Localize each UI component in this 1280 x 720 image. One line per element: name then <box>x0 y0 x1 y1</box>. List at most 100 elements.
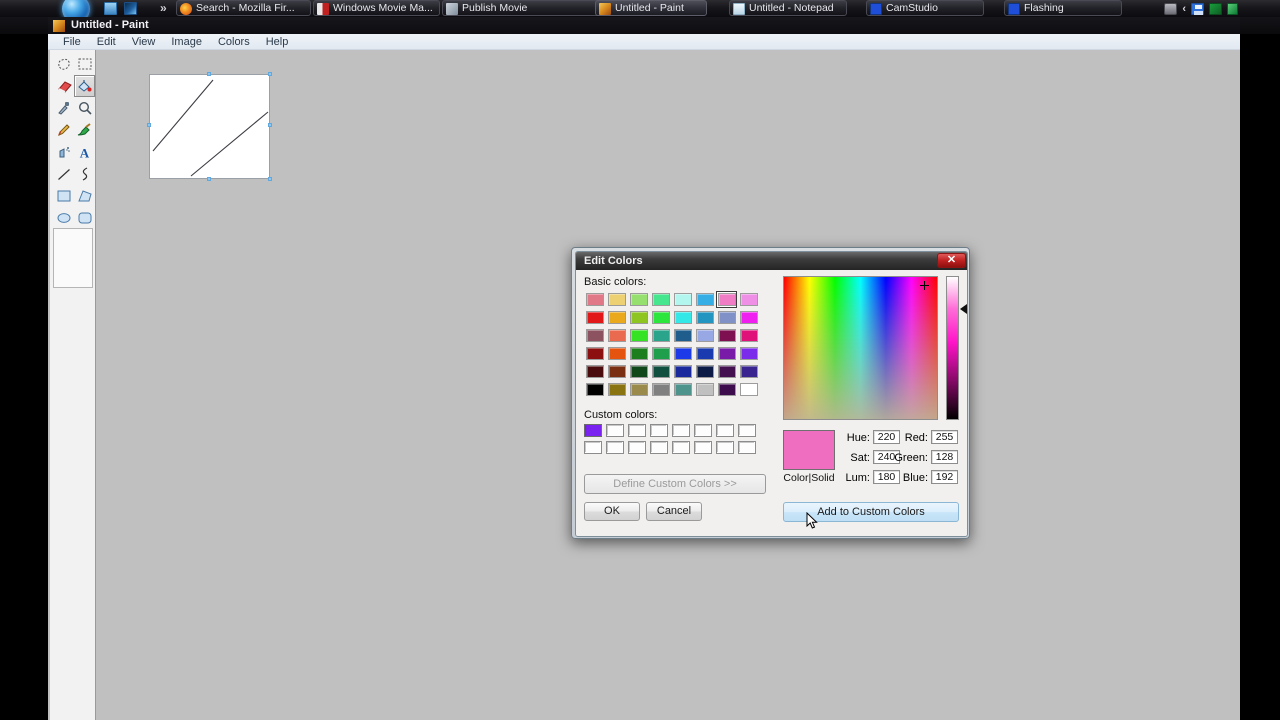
basic-color-swatch[interactable] <box>628 381 649 398</box>
basic-color-swatch[interactable] <box>738 345 759 362</box>
canvas-resize-handle-right[interactable] <box>268 123 272 127</box>
basic-color-swatch[interactable] <box>650 327 671 344</box>
basic-color-swatch[interactable] <box>650 291 671 308</box>
menu-image[interactable]: Image <box>164 35 209 49</box>
custom-color-swatch[interactable] <box>606 424 624 437</box>
rectangle-tool[interactable] <box>53 185 74 207</box>
custom-color-swatch[interactable] <box>716 441 734 454</box>
basic-color-swatch[interactable] <box>738 363 759 380</box>
custom-color-swatch[interactable] <box>738 424 756 437</box>
basic-color-swatch[interactable] <box>628 309 649 326</box>
luminosity-slider[interactable] <box>946 276 959 420</box>
taskbar-task-camstudio[interactable]: CamStudio <box>866 0 984 16</box>
basic-color-swatch[interactable] <box>650 363 671 380</box>
custom-color-swatch[interactable] <box>650 441 668 454</box>
custom-color-swatch[interactable] <box>694 424 712 437</box>
dialog-title-bar[interactable]: Edit Colors ✕ <box>576 252 967 270</box>
taskbar-task-notepad[interactable]: Untitled - Notepad <box>729 0 847 16</box>
canvas-resize-handle-corner[interactable] <box>268 177 272 181</box>
basic-color-swatch[interactable] <box>716 291 737 308</box>
free-form-select-tool[interactable] <box>53 53 74 75</box>
tool-options-panel[interactable] <box>53 228 93 288</box>
canvas-resize-handle-top[interactable] <box>207 72 211 76</box>
basic-color-swatch[interactable] <box>716 327 737 344</box>
basic-color-swatch[interactable] <box>672 363 693 380</box>
menu-colors[interactable]: Colors <box>211 35 257 49</box>
basic-color-swatch[interactable] <box>584 309 605 326</box>
canvas-resize-handle-left[interactable] <box>147 123 151 127</box>
basic-color-swatch[interactable] <box>606 381 627 398</box>
basic-color-swatch[interactable] <box>694 291 715 308</box>
basic-color-swatch[interactable] <box>628 327 649 344</box>
basic-color-swatch[interactable] <box>738 309 759 326</box>
basic-color-swatch[interactable] <box>672 309 693 326</box>
custom-color-swatch[interactable] <box>738 441 756 454</box>
taskbar-task-movie-maker[interactable]: Windows Movie Ma... <box>313 0 440 16</box>
basic-color-swatch[interactable] <box>584 363 605 380</box>
basic-color-swatch[interactable] <box>650 309 671 326</box>
custom-color-swatch[interactable] <box>672 424 690 437</box>
luminosity-slider-marker[interactable] <box>960 303 967 314</box>
basic-color-swatch[interactable] <box>628 345 649 362</box>
text-tool[interactable]: A <box>74 141 95 163</box>
basic-color-swatch[interactable] <box>694 327 715 344</box>
menu-view[interactable]: View <box>125 35 163 49</box>
taskbar-task-flashing[interactable]: Flashing <box>1004 0 1122 16</box>
curve-tool[interactable] <box>74 163 95 185</box>
rectangle-select-tool[interactable] <box>74 53 95 75</box>
fill-with-color-tool[interactable] <box>74 75 95 97</box>
basic-color-swatch[interactable] <box>606 327 627 344</box>
basic-color-swatch[interactable] <box>672 327 693 344</box>
close-icon[interactable]: ✕ <box>937 253 966 268</box>
basic-color-swatch[interactable] <box>694 381 715 398</box>
color-spectrum-field[interactable] <box>783 276 938 420</box>
canvas-resize-handle-bottom[interactable] <box>207 177 211 181</box>
basic-color-swatch[interactable] <box>738 291 759 308</box>
canvas-resize-handle-topright[interactable] <box>268 72 272 76</box>
color-solid-preview[interactable] <box>783 430 835 470</box>
basic-color-swatch[interactable] <box>606 309 627 326</box>
basic-color-swatch[interactable] <box>694 309 715 326</box>
polygon-tool[interactable] <box>74 185 95 207</box>
line-tool[interactable] <box>53 163 74 185</box>
custom-color-swatch[interactable] <box>584 441 602 454</box>
basic-color-swatch[interactable] <box>694 345 715 362</box>
menu-edit[interactable]: Edit <box>90 35 123 49</box>
basic-color-swatch[interactable] <box>716 381 737 398</box>
pencil-tool[interactable] <box>53 119 74 141</box>
basic-color-swatch[interactable] <box>738 327 759 344</box>
custom-color-swatch[interactable] <box>650 424 668 437</box>
taskbar-task-publish-movie[interactable]: Publish Movie <box>442 0 607 16</box>
basic-color-swatch[interactable] <box>584 291 605 308</box>
add-to-custom-colors-button[interactable]: Add to Custom Colors <box>783 502 959 522</box>
basic-color-swatch[interactable] <box>650 381 671 398</box>
custom-color-swatch[interactable] <box>584 424 602 437</box>
basic-color-swatch[interactable] <box>584 345 605 362</box>
menu-help[interactable]: Help <box>259 35 296 49</box>
ellipse-tool[interactable] <box>53 207 74 229</box>
pick-color-tool[interactable] <box>53 97 74 119</box>
magnifier-tool[interactable] <box>74 97 95 119</box>
cancel-button[interactable]: Cancel <box>646 502 702 521</box>
paint-canvas[interactable] <box>147 72 272 181</box>
menu-file[interactable]: File <box>56 35 88 49</box>
taskbar-task-firefox[interactable]: Search - Mozilla Fir... <box>176 0 311 16</box>
custom-color-swatch[interactable] <box>716 424 734 437</box>
custom-color-swatch[interactable] <box>606 441 624 454</box>
taskbar-task-paint[interactable]: Untitled - Paint <box>595 0 707 16</box>
basic-color-swatch[interactable] <box>716 363 737 380</box>
custom-color-swatch[interactable] <box>628 424 646 437</box>
custom-color-swatch[interactable] <box>672 441 690 454</box>
basic-color-swatch[interactable] <box>584 327 605 344</box>
basic-color-swatch[interactable] <box>672 381 693 398</box>
basic-color-swatch[interactable] <box>716 309 737 326</box>
rounded-rectangle-tool[interactable] <box>74 207 95 229</box>
basic-color-swatch[interactable] <box>584 381 605 398</box>
basic-color-swatch[interactable] <box>694 363 715 380</box>
green-field[interactable]: 128 <box>931 450 958 464</box>
airbrush-tool[interactable] <box>53 141 74 163</box>
brush-tool[interactable] <box>74 119 95 141</box>
basic-color-swatch[interactable] <box>606 291 627 308</box>
basic-color-swatch[interactable] <box>606 363 627 380</box>
blue-field[interactable]: 192 <box>931 470 958 484</box>
